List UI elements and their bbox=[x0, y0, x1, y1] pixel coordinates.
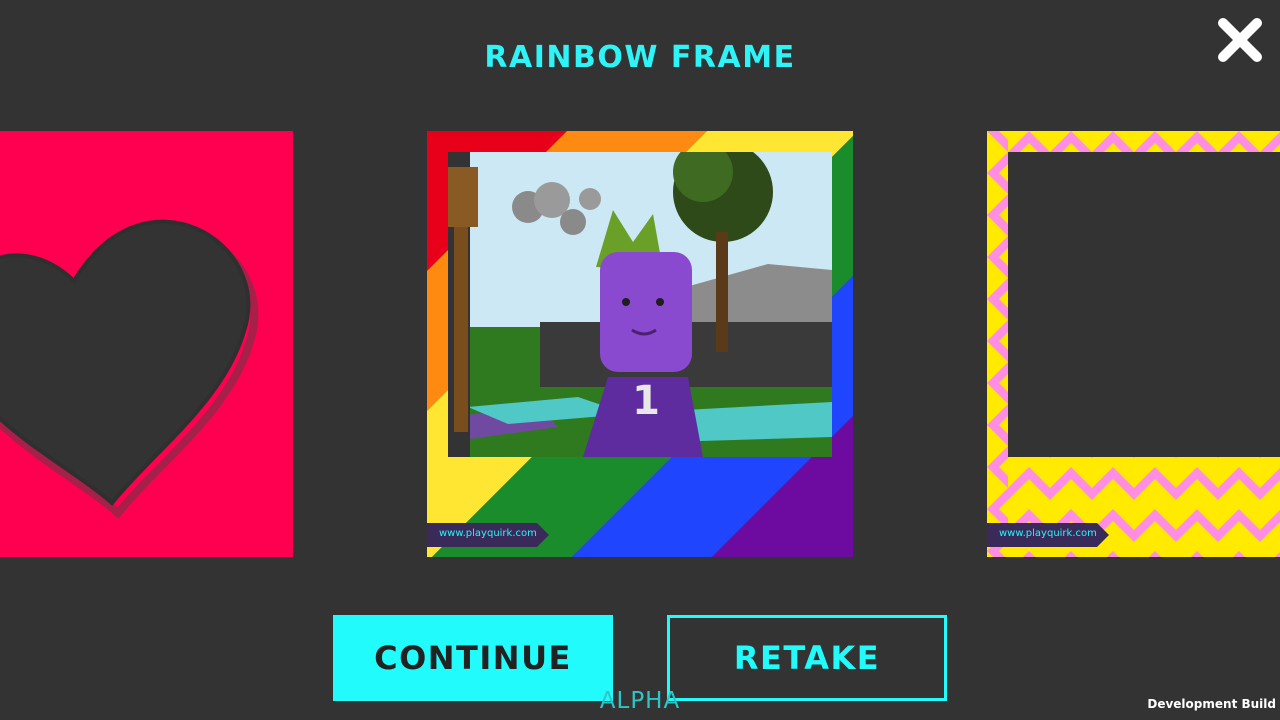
svg-text:1: 1 bbox=[632, 378, 660, 424]
close-button[interactable] bbox=[1214, 14, 1266, 66]
watermark-text-zigzag: www.playquirk.com bbox=[999, 528, 1097, 539]
frame-option-rainbow[interactable]: 1 www.playquirk.com bbox=[427, 131, 853, 557]
alpha-label: ALPHA bbox=[599, 688, 681, 714]
development-build-label: Development Build bbox=[1147, 697, 1276, 711]
watermark-text: www.playquirk.com bbox=[439, 528, 537, 539]
close-x-icon bbox=[1218, 18, 1262, 62]
heart-icon bbox=[0, 219, 259, 519]
avatar-selfie-scene: 1 bbox=[448, 152, 832, 457]
screen-title: RAINBOW FRAME bbox=[484, 40, 796, 75]
zigzag-frame-background bbox=[987, 131, 1280, 557]
frame-option-zigzag[interactable]: www.playquirk.com bbox=[987, 131, 1280, 557]
frame-option-heart[interactable] bbox=[0, 131, 293, 557]
playquirk-watermark: www.playquirk.com bbox=[427, 523, 549, 547]
playquirk-watermark-zigzag: www.playquirk.com bbox=[987, 523, 1109, 547]
camera-preview: 1 bbox=[448, 152, 832, 457]
